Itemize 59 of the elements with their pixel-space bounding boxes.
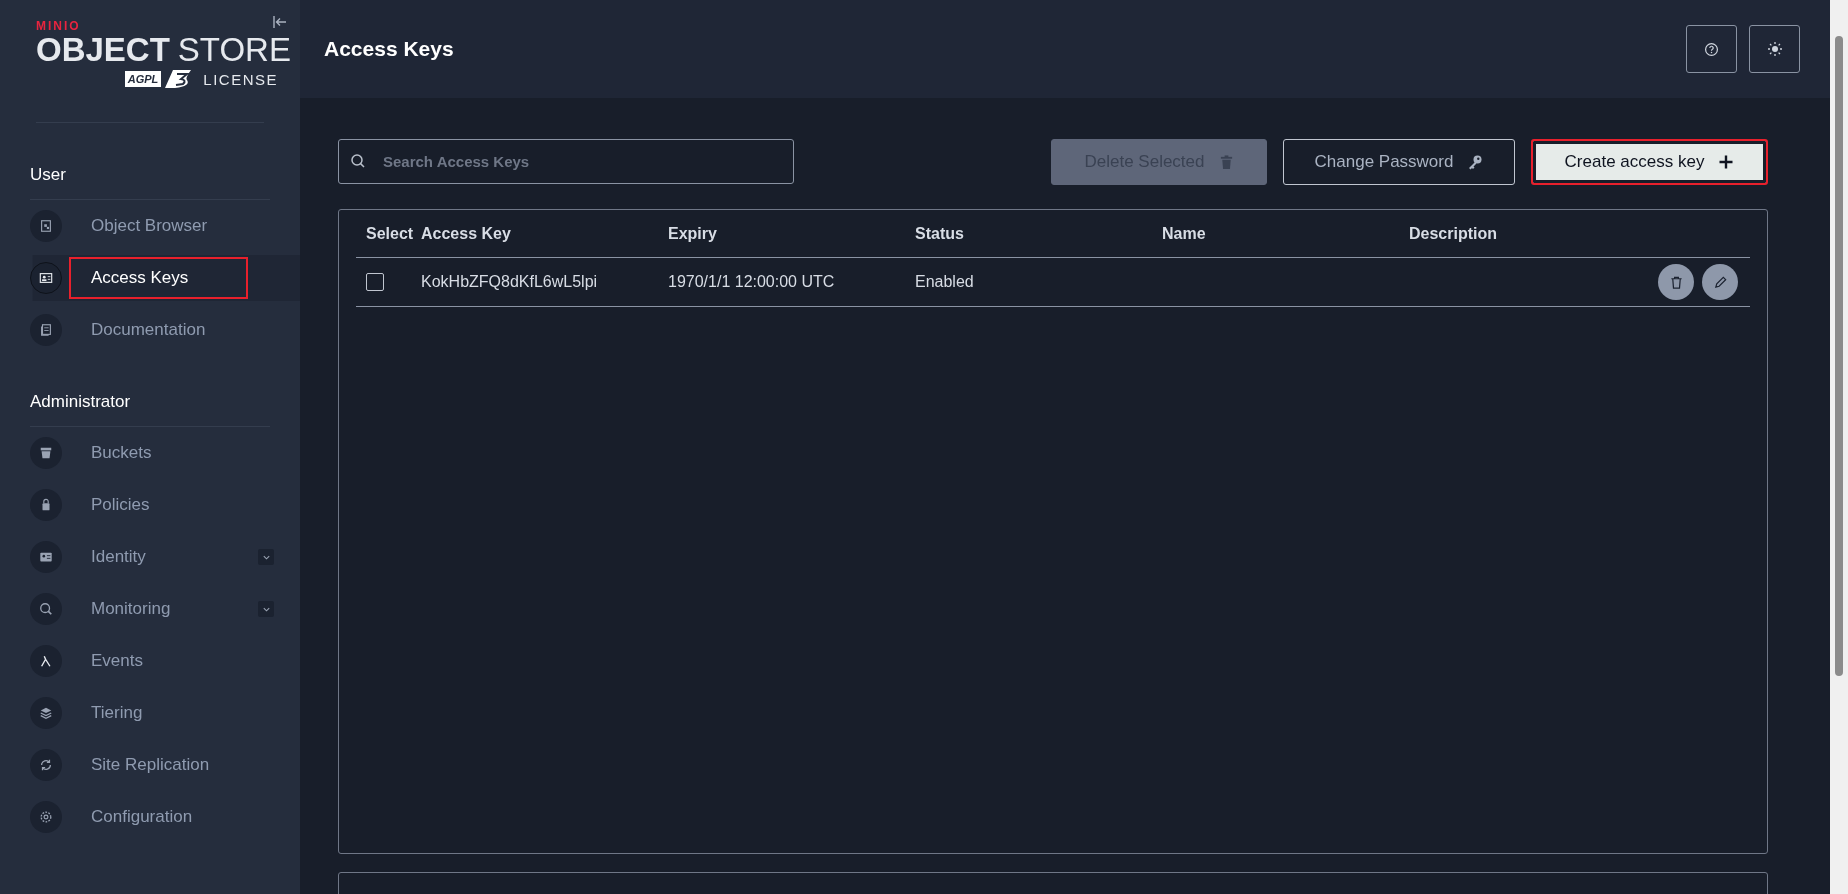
table-cell-text: 1970/1/1 12:00:00 UTC xyxy=(668,273,836,291)
edit-button[interactable] xyxy=(1702,264,1738,300)
row-checkbox[interactable] xyxy=(366,273,384,291)
column-header: Select xyxy=(365,224,415,243)
nav-item[interactable]: Configuration xyxy=(0,794,300,840)
help-icon xyxy=(1704,41,1719,57)
scrollbar[interactable] xyxy=(1830,0,1848,894)
sun-icon xyxy=(1766,41,1783,57)
pencil-icon xyxy=(1712,274,1728,290)
nav-icon xyxy=(30,314,62,346)
collapse-icon[interactable] xyxy=(272,14,288,30)
nav-item[interactable]: Object Browser xyxy=(0,203,300,249)
logo-license: LICENSE xyxy=(203,70,278,88)
nav-item[interactable]: Documentation xyxy=(0,307,300,353)
nav-item[interactable]: Tiering xyxy=(0,690,300,736)
license-badge: AGPL xyxy=(124,71,162,87)
table-cell-text: KokHbZFQ8dKfL6wL5lpi xyxy=(421,273,599,291)
page-title: Access Keys xyxy=(324,37,454,61)
create-button[interactable]: Create access key xyxy=(1531,138,1768,185)
plus-icon xyxy=(1718,153,1735,170)
search-icon xyxy=(350,153,366,169)
nav-icon xyxy=(30,801,62,833)
chevron-icon[interactable] xyxy=(258,601,274,617)
nav-item[interactable]: Events xyxy=(0,638,300,684)
license-version-icon xyxy=(163,68,194,90)
nav-icon xyxy=(30,697,62,729)
section-title: Administrator xyxy=(29,391,132,413)
nav-icon xyxy=(30,210,62,242)
column-header: Expiry xyxy=(668,224,718,243)
table-cell-text: Enabled xyxy=(915,273,975,291)
chevron-icon[interactable] xyxy=(258,549,274,565)
trash-icon xyxy=(1218,153,1234,170)
nav-icon xyxy=(30,645,62,677)
nav-icon xyxy=(30,749,62,781)
column-header: Access Key xyxy=(421,224,512,243)
search-field[interactable]: Search Access Keys xyxy=(338,139,794,184)
logo-product: OBJECT xyxy=(36,32,170,68)
nav-item[interactable]: Monitoring xyxy=(0,586,300,632)
nav-item[interactable]: Site Replication xyxy=(0,742,300,788)
change-password-button[interactable]: Change Password xyxy=(1283,138,1515,185)
trash-icon xyxy=(1668,274,1684,290)
help-button[interactable] xyxy=(1686,25,1737,73)
nav-icon xyxy=(30,541,62,573)
delete-button[interactable] xyxy=(1658,264,1694,300)
nav-icon xyxy=(30,489,62,521)
nav-item[interactable]: Identity xyxy=(0,534,300,580)
nav-icon xyxy=(30,593,62,625)
key-icon xyxy=(1467,153,1484,170)
logo-brand: MINIO xyxy=(36,20,82,32)
logo-product: STORE xyxy=(177,32,291,68)
nav-item[interactable]: Policies xyxy=(0,482,300,528)
column-header: Status xyxy=(915,224,965,243)
theme-button[interactable] xyxy=(1749,25,1800,73)
nav-item[interactable]: Buckets xyxy=(0,430,300,476)
nav-icon xyxy=(30,262,62,294)
section-title: User xyxy=(29,164,67,186)
column-header: Description xyxy=(1409,224,1498,243)
column-header: Name xyxy=(1162,224,1207,243)
nav-icon xyxy=(30,437,62,469)
